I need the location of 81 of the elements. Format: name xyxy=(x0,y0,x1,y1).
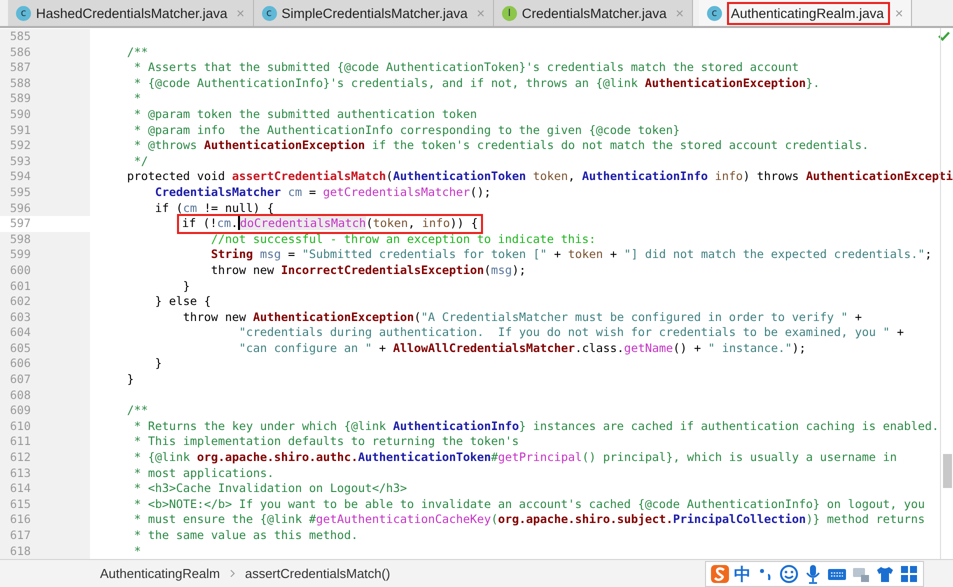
line-number: 602 xyxy=(0,294,90,310)
file-type-icon: c xyxy=(16,6,31,20)
input-mode-toggle[interactable]: 中 xyxy=(734,562,751,586)
line-number: 587 xyxy=(0,60,90,76)
code-line: "credentials during authentication. If you do not wish for credentials to be examined, you " + xyxy=(238,325,904,340)
line-number: 595 xyxy=(0,184,90,201)
line-number: 618 xyxy=(0,544,90,559)
file-type-icon: I xyxy=(502,6,517,20)
grid-icon[interactable] xyxy=(899,564,919,584)
shirt-icon[interactable] xyxy=(875,564,895,584)
line-number: 604 xyxy=(0,325,90,341)
line-number: 613 xyxy=(0,466,90,482)
line-number: 616 xyxy=(0,512,90,528)
line-number: 594 xyxy=(0,169,90,185)
line-number: 607 xyxy=(0,372,90,388)
line-number: 608 xyxy=(0,388,90,404)
line-number: 589 xyxy=(0,91,90,107)
line-number: 591 xyxy=(0,122,90,138)
code-line: * {@code AuthenticationInfo}'s credentials, and if not, throws an {@link AuthenticationException}. xyxy=(134,76,820,90)
code-line: /** xyxy=(127,44,148,59)
code-line: * @param token the submitted authentication token xyxy=(134,106,477,121)
line-number: 599 xyxy=(0,247,90,263)
line-number: 603 xyxy=(0,310,90,326)
code-line: * {@link org.apache.shiro.authc.AuthenticationToken#getPrincipal() principal}, which is usually a username in xyxy=(134,450,897,464)
code-line: throw new AuthenticationException("A CredentialsMatcher must be configured in order to verify " + xyxy=(183,310,862,324)
line-number: 614 xyxy=(0,481,90,497)
code-line: //not successful - throw an exception to indicate this: xyxy=(210,232,596,246)
file-tab[interactable]: I CredentialsMatcher.java × xyxy=(494,0,693,26)
code-line: * This implementation defaults to returning the token's xyxy=(134,434,519,448)
code-line: } xyxy=(183,278,190,292)
code-line: * the same value as this method. xyxy=(134,528,358,542)
line-number: 612 xyxy=(0,450,90,466)
code-line: String msg = "Submitted credentials for token [" + token + "] did not match the expected credentials."; xyxy=(210,247,932,262)
code-line: * Asserts that the submitted {@code AuthenticationToken}'s credentials match the stored account xyxy=(134,60,799,74)
smiley-icon[interactable] xyxy=(779,564,799,584)
code-line: * @param info the AuthenticationInfo corresponding to the given {@code token} xyxy=(134,122,680,137)
code-line: } xyxy=(127,372,134,386)
line-number: 600 xyxy=(0,262,90,278)
code-line: throw new IncorrectCredentialsException(msg); xyxy=(210,262,526,277)
line-number: 585 xyxy=(0,29,90,45)
line-number: 611 xyxy=(0,434,90,450)
code-line: * most applications. xyxy=(134,466,274,480)
code-line: if (cm != null) { xyxy=(155,200,274,215)
code-line: */ xyxy=(134,154,148,168)
code-line: } xyxy=(155,356,162,370)
line-number: 590 xyxy=(0,106,90,123)
line-number: 615 xyxy=(0,496,90,512)
code-line: * <h3>Cache Invalidation on Logout</h3> xyxy=(134,481,407,496)
line-number: 609 xyxy=(0,403,90,419)
file-tab[interactable]: c HashedCredentialsMatcher.java × xyxy=(8,0,254,26)
file-tab[interactable]: c AuthenticatingRealm.java × xyxy=(698,0,912,26)
input-method-logo-icon[interactable] xyxy=(710,564,730,584)
line-number: 593 xyxy=(0,154,90,170)
line-number: 598 xyxy=(0,232,90,248)
file-tab[interactable]: c SimpleCredentialsMatcher.java × xyxy=(254,0,494,26)
line-number: 601 xyxy=(0,278,90,294)
line-number: 588 xyxy=(0,76,90,92)
code-line: * <b>NOTE:</b> If you want to be able to invalidate an account's cached {@code AuthenticationInfo} on logout, you xyxy=(134,496,925,511)
code-line: protected void assertCredentialsMatch(AuthenticationToken token, AuthenticationInfo info) throws AuthenticationExcepti xyxy=(127,169,953,184)
file-type-icon: c xyxy=(706,6,722,20)
breadcrumb-item[interactable]: assertCredentialsMatch() xyxy=(244,566,390,581)
line-number: 586 xyxy=(0,44,90,60)
breadcrumb-item[interactable]: AuthenticatingRealm xyxy=(100,566,220,581)
chevron-icon xyxy=(230,569,235,578)
code-line: * xyxy=(134,544,141,558)
code-line: * must ensure the {@link #getAuthenticationCacheKey(org.apache.shiro.subject.PrincipalCollection)} method returns xyxy=(134,512,925,526)
code-line: } else { xyxy=(155,294,211,308)
code-line: "can configure an " + AllowAllCredentialsMatcher.class.getName() + " instance."); xyxy=(238,340,806,355)
line-number: 605 xyxy=(0,340,90,356)
code-line: /** xyxy=(127,403,148,418)
file-type-icon: c xyxy=(262,6,277,20)
line-number: 596 xyxy=(0,200,90,216)
code-line: * Returns the key under which {@link AuthenticationInfo} instances are cached if authentication caching is enabled. xyxy=(134,418,939,433)
line-number: 606 xyxy=(0,356,90,372)
line-number: 617 xyxy=(0,528,90,544)
check-icon xyxy=(938,31,950,41)
code-line: CredentialsMatcher cm = getCredentialsMatcher(); xyxy=(155,184,491,199)
line-number: 592 xyxy=(0,138,90,154)
code-line: * @throws AuthenticationException if the token's credentials do not match the stored account credentials. xyxy=(134,138,869,152)
line-number: 610 xyxy=(0,418,90,434)
code-line: * xyxy=(134,91,141,106)
